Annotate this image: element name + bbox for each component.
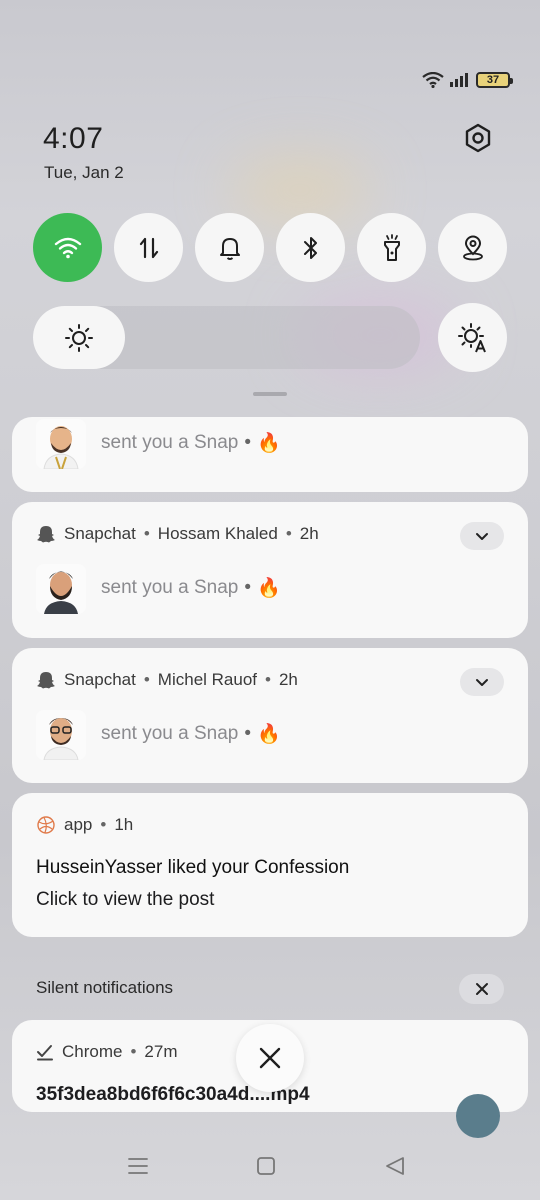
notification-header: Snapchat • Michel Rauof • 2h: [36, 670, 298, 690]
notification-age: 1h: [114, 815, 134, 834]
expand-button[interactable]: [460, 668, 504, 696]
quick-settings-tiles: [33, 213, 507, 282]
snap-message: sent you a Snap: [101, 577, 239, 598]
signal-icon: [450, 73, 468, 87]
notification-card[interactable]: app • 1h HusseinYasser liked your Confes…: [12, 793, 528, 937]
notification-text: sent you a Snap • 🔥: [101, 577, 281, 599]
panel-drag-handle[interactable]: [253, 392, 287, 396]
notification-title: HusseinYasser liked your Confession: [36, 857, 350, 878]
bluetooth-icon: [303, 236, 317, 259]
sound-tile[interactable]: [195, 213, 264, 282]
notification-body: Click to view the post: [36, 889, 215, 910]
notification-text: sent you a Snap • 🔥: [101, 723, 281, 745]
snapchat-ghost-icon: [37, 526, 55, 543]
wallpaper-blob: [230, 160, 370, 220]
avatar: [36, 710, 86, 760]
chevron-down-icon: [476, 533, 488, 540]
clock: 4:07: [43, 122, 104, 155]
snap-message: sent you a Snap: [101, 432, 239, 453]
clear-all-button[interactable]: [236, 1024, 304, 1092]
location-icon: [462, 235, 483, 260]
chevron-down-icon: [476, 679, 488, 686]
gear-icon: [465, 123, 491, 153]
mobile-data-icon: [139, 237, 158, 258]
close-icon: [259, 1047, 281, 1069]
notification-header: Chrome • 27m: [36, 1042, 178, 1062]
clear-silent-button[interactable]: [459, 974, 504, 1004]
home-icon[interactable]: [256, 1156, 276, 1176]
notification-text: sent you a Snap • 🔥: [101, 431, 281, 455]
download-done-icon: [37, 1045, 53, 1061]
fire-emoji: 🔥: [256, 433, 281, 454]
notification-age: 2h: [299, 524, 319, 543]
brightness-thumb[interactable]: [33, 306, 125, 369]
separator-dot: •: [244, 432, 251, 453]
expand-button[interactable]: [460, 522, 504, 550]
notification-header: app • 1h: [36, 815, 133, 835]
chrome-action-button[interactable]: [456, 1094, 500, 1138]
notification-age: 27m: [144, 1042, 178, 1061]
sender-name: Michel Rauof: [157, 670, 258, 689]
location-tile[interactable]: [438, 213, 507, 282]
bell-icon: [219, 237, 240, 260]
wifi-tile[interactable]: [33, 213, 102, 282]
auto-brightness-button[interactable]: [438, 303, 507, 372]
auto-brightness-icon: [457, 322, 486, 352]
date: Tue, Jan 2: [44, 163, 124, 182]
battery-level: 37: [486, 74, 500, 86]
wifi-icon: [54, 237, 81, 258]
app-name: Chrome: [62, 1042, 123, 1061]
app-name: Snapchat: [64, 524, 136, 543]
fire-emoji: 🔥: [256, 724, 281, 745]
recents-icon[interactable]: [128, 1156, 148, 1176]
close-icon: [475, 983, 488, 995]
sun-icon: [65, 323, 93, 352]
notification-age: 2h: [278, 670, 298, 689]
bluetooth-tile[interactable]: [276, 213, 345, 282]
battery-indicator: 37: [476, 72, 513, 88]
avatar: [36, 419, 86, 469]
notification-card[interactable]: Snapchat • Michel Rauof • 2h sent you a …: [12, 648, 528, 783]
navigation-bar: [0, 1148, 540, 1188]
flashlight-icon: [383, 233, 400, 261]
mobile-data-tile[interactable]: [114, 213, 183, 282]
back-icon[interactable]: [384, 1156, 406, 1176]
status-bar: 37: [422, 72, 513, 88]
fire-emoji: 🔥: [256, 578, 281, 599]
app-globe-icon: [37, 816, 55, 834]
flashlight-tile[interactable]: [357, 213, 426, 282]
wifi-status-icon: [422, 72, 444, 88]
avatar: [36, 564, 86, 614]
notification-card[interactable]: sent you a Snap • 🔥: [12, 417, 528, 492]
settings-button[interactable]: [460, 120, 496, 156]
snap-message: sent you a Snap: [101, 723, 239, 744]
snapchat-ghost-icon: [37, 672, 55, 689]
notification-header: Snapchat • Hossam Khaled • 2h: [36, 524, 319, 544]
silent-notifications-label: Silent notifications: [36, 978, 174, 997]
sender-name: Hossam Khaled: [157, 524, 278, 543]
app-name: Snapchat: [64, 670, 136, 689]
notification-card[interactable]: Snapchat • Hossam Khaled • 2h sent you a…: [12, 502, 528, 638]
app-name: app: [64, 815, 93, 834]
